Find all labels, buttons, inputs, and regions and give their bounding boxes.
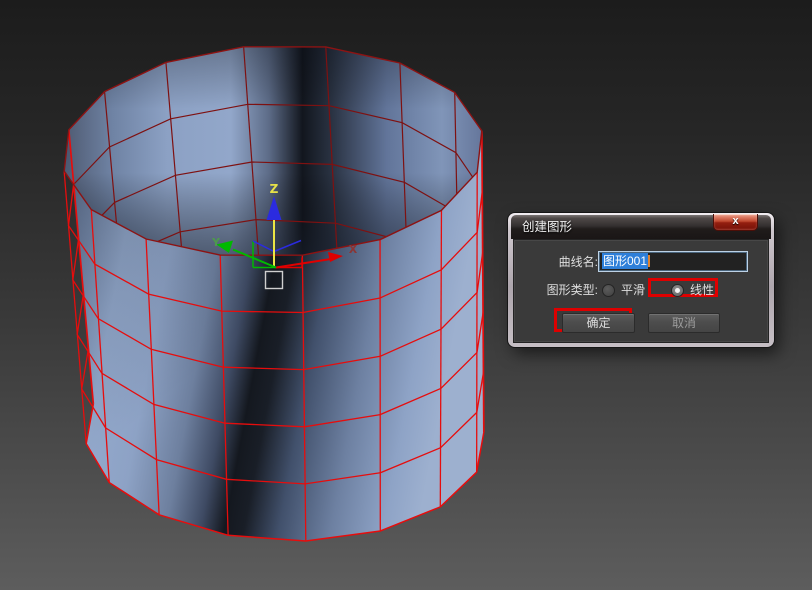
radio-linear[interactable]: [671, 284, 684, 297]
shape-type-label: 图形类型:: [514, 283, 598, 298]
curve-name-label: 曲线名:: [514, 252, 598, 272]
cancel-button[interactable]: 取消: [648, 313, 720, 333]
ok-button[interactable]: 确定: [562, 313, 635, 333]
dialog-body: 曲线名: 图形001 图形类型: 平滑 线性 确定 取消: [514, 240, 768, 342]
dialog-title: 创建图形: [522, 215, 572, 239]
main-screen: Z X Y 创建图形 x 曲线名: 图形001 图形类型: 平滑 线性 确定 取消: [0, 0, 812, 590]
svg-text:Y: Y: [211, 236, 221, 249]
radio-linear-label[interactable]: 线性: [690, 283, 714, 298]
selected-text: 图形001: [602, 253, 648, 269]
cylinder-mesh[interactable]: [64, 47, 484, 541]
create-shape-dialog: 创建图形 x 曲线名: 图形001 图形类型: 平滑 线性 确定 取消: [508, 213, 774, 347]
svg-text:Z: Z: [270, 182, 279, 196]
close-button[interactable]: x: [713, 214, 758, 231]
curve-name-input[interactable]: 图形001: [598, 251, 748, 272]
close-icon: x: [732, 215, 738, 227]
radio-selected-dot: [675, 288, 680, 293]
text-caret: [648, 255, 650, 267]
radio-smooth[interactable]: [602, 284, 615, 297]
svg-text:X: X: [349, 243, 358, 256]
radio-smooth-label[interactable]: 平滑: [621, 283, 645, 298]
